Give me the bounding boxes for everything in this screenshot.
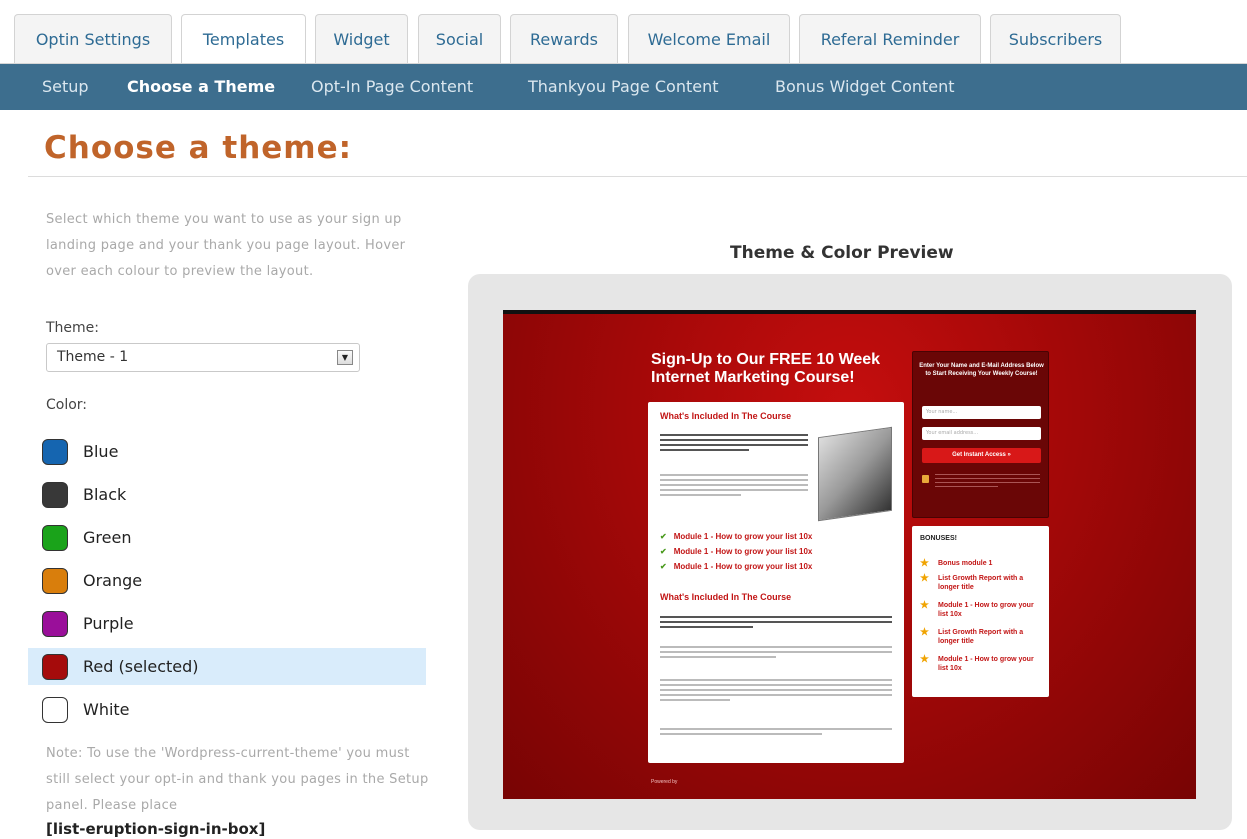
- color-option-orange[interactable]: Orange: [28, 562, 426, 599]
- title-divider: [28, 176, 1247, 177]
- color-option-blue[interactable]: Blue: [28, 433, 426, 470]
- preview-text-block: [660, 474, 808, 499]
- subnav-thankyou-page-content[interactable]: Thankyou Page Content: [528, 64, 719, 110]
- tab-widget[interactable]: Widget: [315, 14, 408, 64]
- color-swatch: [42, 696, 68, 723]
- tab-welcome-email[interactable]: Welcome Email: [628, 14, 790, 64]
- preview-bonus-box: BONUSES! ★ Bonus module 1 ★ List Growth Re…: [912, 526, 1049, 697]
- shortcode-text: [list-eruption-sign-in-box]: [46, 820, 266, 838]
- color-name: Red (selected): [83, 657, 199, 676]
- preview-bonus-item: ★ Module 1 - How to grow your list 10x: [920, 654, 1034, 673]
- star-icon: ★: [920, 600, 929, 611]
- chevron-down-icon[interactable]: ▼: [337, 350, 353, 365]
- preview-text-block: [660, 679, 892, 704]
- star-icon: ★: [920, 573, 929, 584]
- subnav-choose-theme[interactable]: Choose a Theme: [127, 64, 275, 110]
- preview-bonus-item: ★ List Growth Report with a longer title: [920, 573, 1024, 592]
- tab-templates[interactable]: Templates: [181, 14, 306, 64]
- preview-access-button: Get Instant Access »: [922, 448, 1041, 463]
- color-swatch: [42, 481, 68, 508]
- tab-rewards[interactable]: Rewards: [510, 14, 618, 64]
- preview-section-heading: What's Included In The Course: [660, 592, 792, 602]
- preview-text-block: [660, 616, 892, 631]
- color-swatch: [42, 567, 68, 594]
- color-name: Blue: [83, 442, 119, 461]
- note-text: Note: To use the 'Wordpress-current-them…: [46, 746, 429, 813]
- color-name: Green: [83, 528, 132, 547]
- preview-bonuses-title: BONUSES!: [920, 535, 957, 542]
- tab-subscribers[interactable]: Subscribers: [990, 14, 1121, 64]
- star-icon: ★: [920, 558, 929, 569]
- preview-text-block: [660, 434, 808, 454]
- tab-social[interactable]: Social: [418, 14, 501, 64]
- color-name: Orange: [83, 571, 143, 590]
- color-swatch: [42, 610, 68, 637]
- color-option-red[interactable]: Red (selected): [28, 648, 426, 685]
- preview-name-input: Your name...: [922, 406, 1041, 419]
- preview-optin-box: Enter Your Name and E-Mail Address Below…: [912, 351, 1049, 518]
- color-label: Color:: [46, 397, 88, 413]
- preview-content-panel: What's Included In The Course ✔ Module 1 …: [648, 402, 904, 763]
- star-icon: ★: [920, 654, 929, 665]
- preview-title: Theme & Color Preview: [730, 243, 954, 263]
- sub-navigation: Setup Choose a Theme Opt-In Page Content…: [0, 64, 1247, 110]
- preview-privacy-text: [935, 474, 1040, 490]
- theme-label: Theme:: [46, 320, 100, 336]
- preview-module-item: ✔ Module 1 - How to grow your list 10x: [660, 562, 813, 571]
- color-swatch: [42, 524, 68, 551]
- color-name: Black: [83, 485, 127, 504]
- color-name: Purple: [83, 614, 134, 633]
- star-icon: ★: [920, 627, 929, 638]
- theme-select[interactable]: Theme - 1 ▼: [46, 343, 360, 372]
- ebook-cover-image: [818, 426, 892, 522]
- preview-section-heading: What's Included In The Course: [660, 411, 792, 421]
- tab-referal-reminder[interactable]: Referal Reminder: [799, 14, 981, 64]
- color-swatch: [42, 653, 68, 680]
- lock-icon: [922, 475, 929, 483]
- tab-optin-settings[interactable]: Optin Settings: [14, 14, 172, 64]
- preview-bonus-item: ★ List Growth Report with a longer title: [920, 627, 1024, 646]
- preview-optin-title: Enter Your Name and E-Mail Address Below…: [919, 363, 1044, 377]
- theme-preview-image: Sign-Up to Our FREE 10 Week Internet Mar…: [503, 310, 1196, 799]
- color-option-green[interactable]: Green: [28, 519, 426, 556]
- color-option-purple[interactable]: Purple: [28, 605, 426, 642]
- top-tab-bar: Optin Settings Templates Widget Social R…: [0, 0, 1247, 64]
- color-name: White: [83, 700, 130, 719]
- preview-email-input: Your email address...: [922, 427, 1041, 440]
- preview-headline: Sign-Up to Our FREE 10 Week Internet Mar…: [651, 351, 881, 386]
- preview-bonus-item: ★ Module 1 - How to grow your list 10x: [920, 600, 1034, 619]
- theme-select-value: Theme - 1: [57, 349, 129, 365]
- preview-module-item: ✔ Module 1 - How to grow your list 10x: [660, 532, 813, 541]
- intro-text: Select which theme you want to use as yo…: [46, 212, 406, 279]
- preview-bonus-item: ★ Bonus module 1: [920, 558, 993, 569]
- subnav-setup[interactable]: Setup: [42, 64, 89, 110]
- subnav-bonus-widget-content[interactable]: Bonus Widget Content: [775, 64, 955, 110]
- page-title: Choose a theme:: [44, 130, 353, 166]
- preview-powered-by: Powered by: [651, 779, 678, 785]
- preview-text-block: [660, 728, 892, 738]
- preview-module-item: ✔ Module 1 - How to grow your list 10x: [660, 547, 813, 556]
- color-swatch: [42, 438, 68, 465]
- subnav-optin-page-content[interactable]: Opt-In Page Content: [311, 64, 473, 110]
- color-option-black[interactable]: Black: [28, 476, 426, 513]
- preview-text-block: [660, 646, 892, 661]
- color-option-white[interactable]: White: [28, 691, 426, 728]
